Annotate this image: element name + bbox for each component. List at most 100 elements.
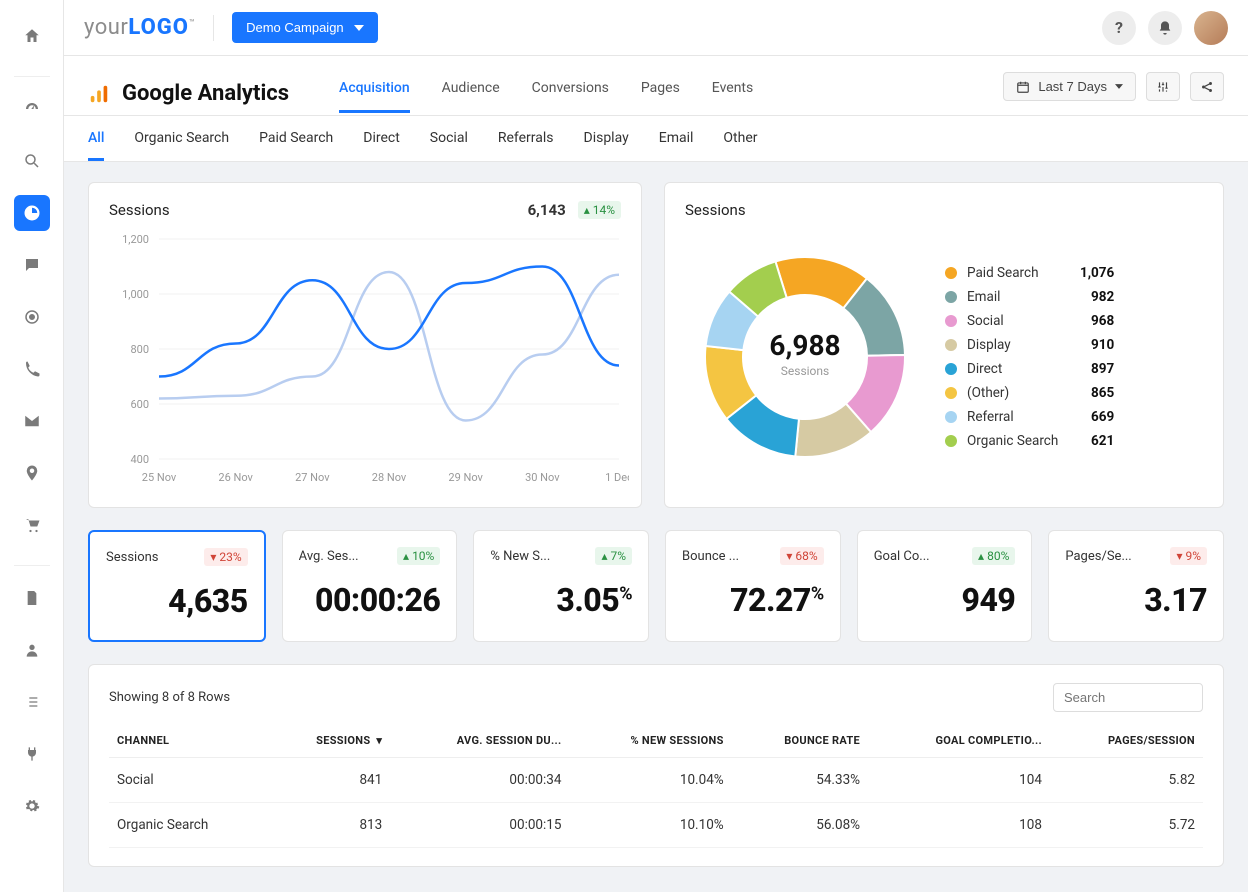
table-header[interactable]: PAGES/SESSION (1050, 724, 1203, 758)
mail-icon[interactable] (14, 403, 50, 439)
legend-value: 968 (1068, 313, 1114, 329)
legend-row[interactable]: (Other) 865 (945, 381, 1114, 405)
chat-icon[interactable] (14, 247, 50, 283)
share-icon (1200, 80, 1214, 94)
legend-label: Display (967, 337, 1058, 353)
legend-label: Email (967, 289, 1058, 305)
svg-text:1 Dec: 1 Dec (605, 471, 629, 484)
pin-icon[interactable] (14, 455, 50, 491)
svg-text:27 Nov: 27 Nov (295, 471, 330, 484)
gear-icon[interactable] (14, 788, 50, 824)
help-icon: ? (1115, 18, 1123, 37)
kpi-card[interactable]: Avg. Ses... ▴10% 00:00:26 (282, 530, 458, 642)
tab-conversions[interactable]: Conversions (532, 74, 609, 113)
table-header[interactable]: CHANNEL (109, 724, 268, 758)
campaign-label: Demo Campaign (246, 20, 344, 35)
help-button[interactable]: ? (1102, 11, 1136, 45)
analytics-icon[interactable] (14, 195, 50, 231)
kpi-value: 3.05% (490, 581, 632, 619)
legend-row[interactable]: Email 982 (945, 285, 1114, 309)
campaign-selector[interactable]: Demo Campaign (232, 12, 378, 43)
kpi-label: Pages/Se... (1065, 549, 1131, 564)
table-header[interactable]: % NEW SESSIONS (569, 724, 731, 758)
calendar-icon (1016, 80, 1030, 94)
sessions-line-chart: 4006008001,0001,20025 Nov26 Nov27 Nov28 … (109, 229, 629, 489)
bell-icon (1157, 20, 1173, 36)
kpi-card[interactable]: % New S... ▴7% 3.05% (473, 530, 649, 642)
kpi-value: 00:00:26 (299, 581, 441, 619)
table-header[interactable]: BOUNCE RATE (732, 724, 868, 758)
subtab-organic-search[interactable]: Organic Search (134, 130, 229, 161)
channels-table: CHANNELSESSIONS▾AVG. SESSION DU...% NEW … (109, 724, 1203, 848)
avatar[interactable] (1194, 11, 1228, 45)
notifications-button[interactable] (1148, 11, 1182, 45)
kpi-value: 949 (874, 581, 1016, 619)
sidebar-divider (14, 76, 50, 77)
page-title: Google Analytics (122, 81, 289, 106)
subtab-email[interactable]: Email (659, 130, 694, 161)
legend-value: 621 (1068, 433, 1114, 449)
tab-pages[interactable]: Pages (641, 74, 680, 113)
dashboard-icon[interactable] (14, 91, 50, 127)
file-icon[interactable] (14, 580, 50, 616)
legend-dot (945, 315, 957, 327)
cart-icon[interactable] (14, 507, 50, 543)
kpi-row: Sessions ▾23% 4,635 Avg. Ses... ▴10% 00:… (88, 530, 1224, 642)
tab-events[interactable]: Events (712, 74, 753, 113)
svg-text:29 Nov: 29 Nov (448, 471, 483, 484)
table-row[interactable]: Organic Search 813 00:00:15 10.10% 56.08… (109, 803, 1203, 848)
home-icon[interactable] (14, 18, 50, 54)
tab-acquisition[interactable]: Acquisition (339, 74, 410, 113)
date-range-button[interactable]: Last 7 Days (1003, 72, 1136, 101)
phone-icon[interactable] (14, 351, 50, 387)
legend-row[interactable]: Social 968 (945, 309, 1114, 333)
kpi-delta: ▾68% (780, 547, 823, 565)
tab-audience[interactable]: Audience (442, 74, 500, 113)
target-icon[interactable] (14, 299, 50, 335)
subtabs: All Organic Search Paid Search Direct Social… (64, 116, 1248, 162)
kpi-card[interactable]: Bounce ... ▾68% 72.27% (665, 530, 841, 642)
subtab-paid-search[interactable]: Paid Search (259, 130, 333, 161)
subtab-referrals[interactable]: Referrals (498, 130, 554, 161)
caret-up-icon: ▴ (601, 549, 607, 563)
legend-row[interactable]: Direct 897 (945, 357, 1114, 381)
subtab-display[interactable]: Display (584, 130, 629, 161)
subtab-other[interactable]: Other (723, 130, 757, 161)
legend-row[interactable]: Organic Search 621 (945, 429, 1114, 453)
legend-row[interactable]: Paid Search 1,076 (945, 261, 1114, 285)
share-button[interactable] (1190, 72, 1224, 101)
svg-text:28 Nov: 28 Nov (372, 471, 407, 484)
plug-icon[interactable] (14, 736, 50, 772)
kpi-card[interactable]: Pages/Se... ▾9% 3.17 (1048, 530, 1224, 642)
legend-dot (945, 339, 957, 351)
table-header[interactable]: AVG. SESSION DU... (390, 724, 569, 758)
legend-dot (945, 267, 957, 279)
svg-text:1,200: 1,200 (122, 233, 149, 246)
cell-bounce: 56.08% (732, 803, 868, 848)
table-header[interactable]: GOAL COMPLETIO... (868, 724, 1050, 758)
table-search-input[interactable] (1053, 683, 1203, 712)
table-header[interactable]: SESSIONS▾ (268, 724, 390, 758)
user-icon[interactable] (14, 632, 50, 668)
legend-row[interactable]: Display 910 (945, 333, 1114, 357)
page-header: Google Analytics Acquisition Audience Conv… (64, 56, 1248, 116)
legend-value: 1,076 (1068, 265, 1114, 281)
subtab-social[interactable]: Social (430, 130, 468, 161)
settings-button[interactable] (1146, 72, 1180, 101)
list-icon[interactable] (14, 684, 50, 720)
subtab-direct[interactable]: Direct (363, 130, 400, 161)
sessions-line-card: Sessions 6,143 ▴14% 4006008001,0001,2002… (88, 182, 642, 508)
legend-value: 910 (1068, 337, 1114, 353)
caret-down-icon: ▾ (376, 734, 382, 747)
cell-new: 10.04% (569, 758, 731, 803)
table-row[interactable]: Social 841 00:00:34 10.04% 54.33% 104 5.… (109, 758, 1203, 803)
subtab-all[interactable]: All (88, 130, 104, 161)
kpi-delta: ▴7% (595, 547, 632, 565)
cell-sessions: 841 (268, 758, 390, 803)
legend-row[interactable]: Referral 669 (945, 405, 1114, 429)
search-icon[interactable] (14, 143, 50, 179)
legend-dot (945, 411, 957, 423)
kpi-card[interactable]: Goal Co... ▴80% 949 (857, 530, 1033, 642)
kpi-card[interactable]: Sessions ▾23% 4,635 (88, 530, 266, 642)
sessions-card-delta: ▴14% (578, 201, 621, 219)
